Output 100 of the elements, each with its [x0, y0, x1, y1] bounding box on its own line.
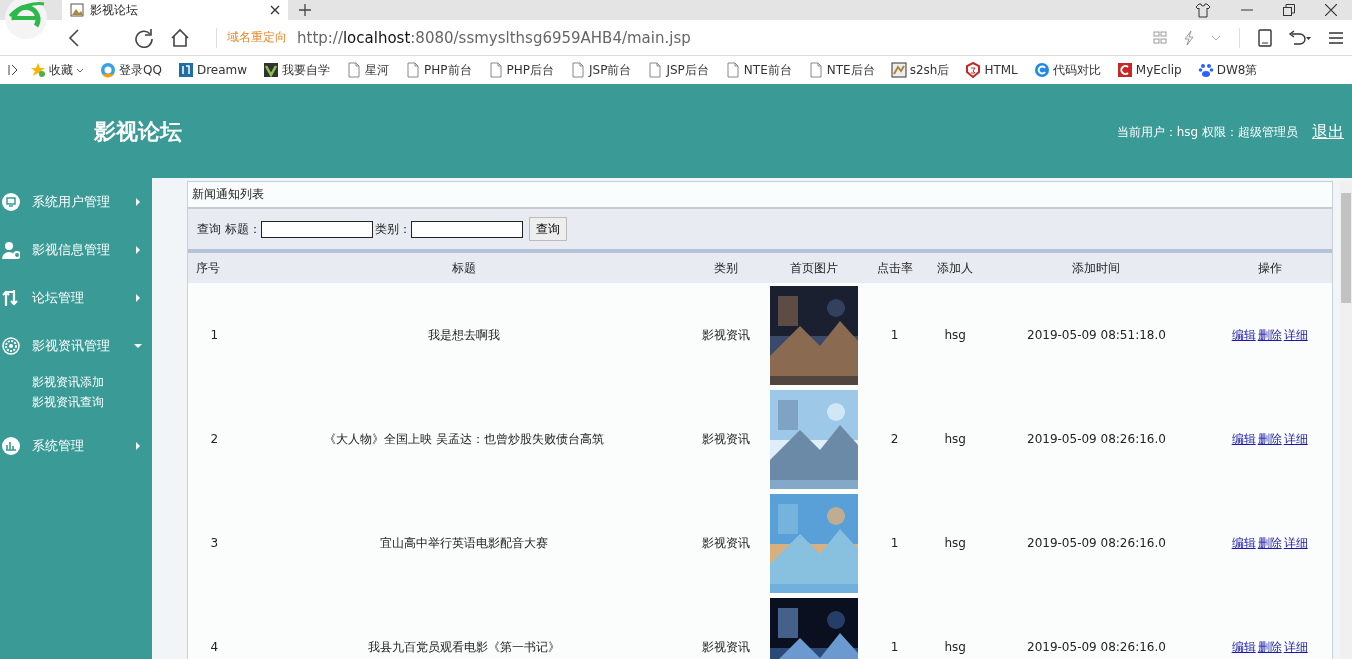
table-cell-text: 《大人物》全国上映 吴孟达：也曾炒股失败债台高筑	[323, 430, 606, 448]
search-button[interactable]: 查询	[529, 217, 567, 241]
column-header: 首页图片	[764, 253, 865, 283]
bookmark-item[interactable]: NTE前台	[720, 61, 796, 79]
bookmark-item[interactable]: 代码对比	[1029, 61, 1105, 79]
action-link[interactable]: 删除	[1257, 535, 1282, 550]
bookmark-item[interactable]: 收藏	[26, 61, 88, 79]
title-input[interactable]	[261, 220, 373, 238]
close-icon[interactable]	[1325, 4, 1337, 16]
gear-icon	[2, 337, 20, 355]
column-header: 序号	[188, 253, 241, 283]
close-icon[interactable]	[270, 5, 280, 15]
action-link[interactable]: 详细	[1283, 535, 1308, 550]
table-cell-text: 3	[209, 535, 220, 552]
c-icon	[1033, 62, 1050, 78]
square-icon	[177, 62, 194, 78]
action-link[interactable]: 详细	[1283, 327, 1308, 342]
action-link[interactable]: 编辑	[1231, 431, 1256, 446]
action-link[interactable]: 编辑	[1231, 639, 1256, 654]
field-label: 标题：	[225, 220, 261, 238]
table-cell-text: 宜山高中举行英语电影配音大赛	[379, 534, 550, 552]
caret-right-icon	[134, 246, 142, 254]
page-icon	[647, 62, 664, 78]
lightning-icon[interactable]	[1183, 29, 1195, 46]
bookmark-item[interactable]: 登录QQ	[96, 61, 166, 79]
bookmark-item[interactable]: NTE后台	[803, 61, 879, 79]
shield-icon	[965, 62, 982, 78]
browser-tab[interactable]: 影视论坛	[62, 0, 288, 20]
chevron-down-icon	[76, 67, 84, 73]
caret-right-icon	[134, 294, 142, 302]
table-cell: hsg	[924, 283, 986, 387]
back-icon[interactable]	[68, 28, 80, 47]
column-header: 类别	[687, 253, 765, 283]
column-header: 点击率	[864, 253, 925, 283]
undo-icon[interactable]	[1288, 29, 1312, 46]
table-cell-text: hsg	[943, 431, 967, 448]
table-cell-text: 我县九百党员观看电影《第一书记》	[367, 638, 562, 656]
shirt-icon[interactable]	[1195, 2, 1211, 18]
reload-icon[interactable]	[134, 27, 154, 48]
picture-icon	[890, 62, 907, 78]
table-cell-text: hsg	[943, 639, 967, 656]
action-link[interactable]: 详细	[1283, 639, 1308, 654]
tablet-icon[interactable]	[1258, 28, 1272, 47]
table-cell-text: 2	[209, 431, 220, 448]
picture-icon	[70, 3, 84, 17]
table-cell-text: 影视资讯	[700, 534, 751, 552]
bookmark-item[interactable]: HTML	[961, 62, 1022, 78]
bookmark-item[interactable]: s2sh后	[886, 61, 954, 79]
restore-icon[interactable]	[1283, 4, 1295, 16]
table-cell-text: 影视资讯	[700, 430, 751, 448]
bookmark-item[interactable]: PHP前台	[401, 61, 476, 79]
table-cell-text: hsg	[943, 535, 967, 552]
table-cell: 1	[864, 283, 925, 387]
site-title: 影视论坛	[94, 117, 182, 146]
bookmark-item[interactable]: 星河	[342, 61, 394, 79]
user-info: 当前用户：hsg 权限：超级管理员	[1116, 123, 1298, 141]
circle-icon	[100, 62, 116, 78]
bookmark-item[interactable]: 我要自学	[259, 61, 335, 79]
arrows-icon	[2, 289, 20, 307]
field-label: 类别：	[375, 220, 411, 238]
page-icon	[807, 62, 824, 78]
table-cell-text: 1	[889, 535, 900, 552]
v-icon	[263, 62, 280, 78]
menu-icon[interactable]	[1328, 30, 1344, 45]
action-link[interactable]: 详细	[1283, 431, 1308, 446]
new-tab-icon[interactable]	[298, 3, 312, 17]
table-cell-text: 影视资讯	[700, 638, 751, 656]
page-icon	[487, 62, 504, 78]
table-cell: 1	[188, 283, 241, 387]
scrollbar[interactable]	[1340, 181, 1352, 659]
column-header: 添加人	[924, 253, 986, 283]
bookmark-item[interactable]: JSP后台	[643, 61, 713, 79]
page-icon	[570, 62, 587, 78]
bookmark-item[interactable]: PHP后台	[483, 61, 559, 79]
table-cell-text: 4	[209, 639, 220, 656]
category-input[interactable]	[411, 220, 523, 238]
paw-icon	[1197, 62, 1214, 78]
action-link[interactable]: 编辑	[1231, 327, 1256, 342]
c-icon	[1116, 62, 1133, 78]
bookmark-item[interactable]: MyEclip	[1112, 62, 1186, 78]
caret-right-icon	[134, 198, 142, 206]
column-header: 标题	[240, 253, 688, 283]
page-icon	[724, 62, 741, 78]
table-cell: 我是想去啊我	[240, 283, 688, 387]
tab-title: 影视论坛	[90, 1, 139, 19]
table-cell: 影视资讯	[687, 283, 765, 387]
action-link[interactable]: 删除	[1257, 327, 1282, 342]
bookmark-item[interactable]: DW8第	[1193, 61, 1262, 79]
action-link[interactable]: 删除	[1257, 639, 1282, 654]
action-link[interactable]: 删除	[1257, 431, 1282, 446]
bookmark-item[interactable]: JSP前台	[566, 61, 636, 79]
column-header: 添加时间	[985, 253, 1208, 283]
table-cell: 2019-05-09 08:51:18.0	[985, 283, 1208, 387]
bookmark-item[interactable]: Dreamw	[173, 62, 252, 78]
sidebar-toggle-icon[interactable]	[8, 64, 18, 76]
address-field[interactable]: http://localhost:8080/ssmyslthsg6959AHB4/main.jsp	[297, 28, 1145, 47]
table-cell-text: 2019-05-09 08:26:16.0	[1026, 535, 1167, 552]
action-link[interactable]: 编辑	[1231, 535, 1256, 550]
table-cell-text: 2019-05-09 08:26:16.0	[1026, 431, 1167, 448]
home-icon[interactable]	[170, 27, 190, 48]
